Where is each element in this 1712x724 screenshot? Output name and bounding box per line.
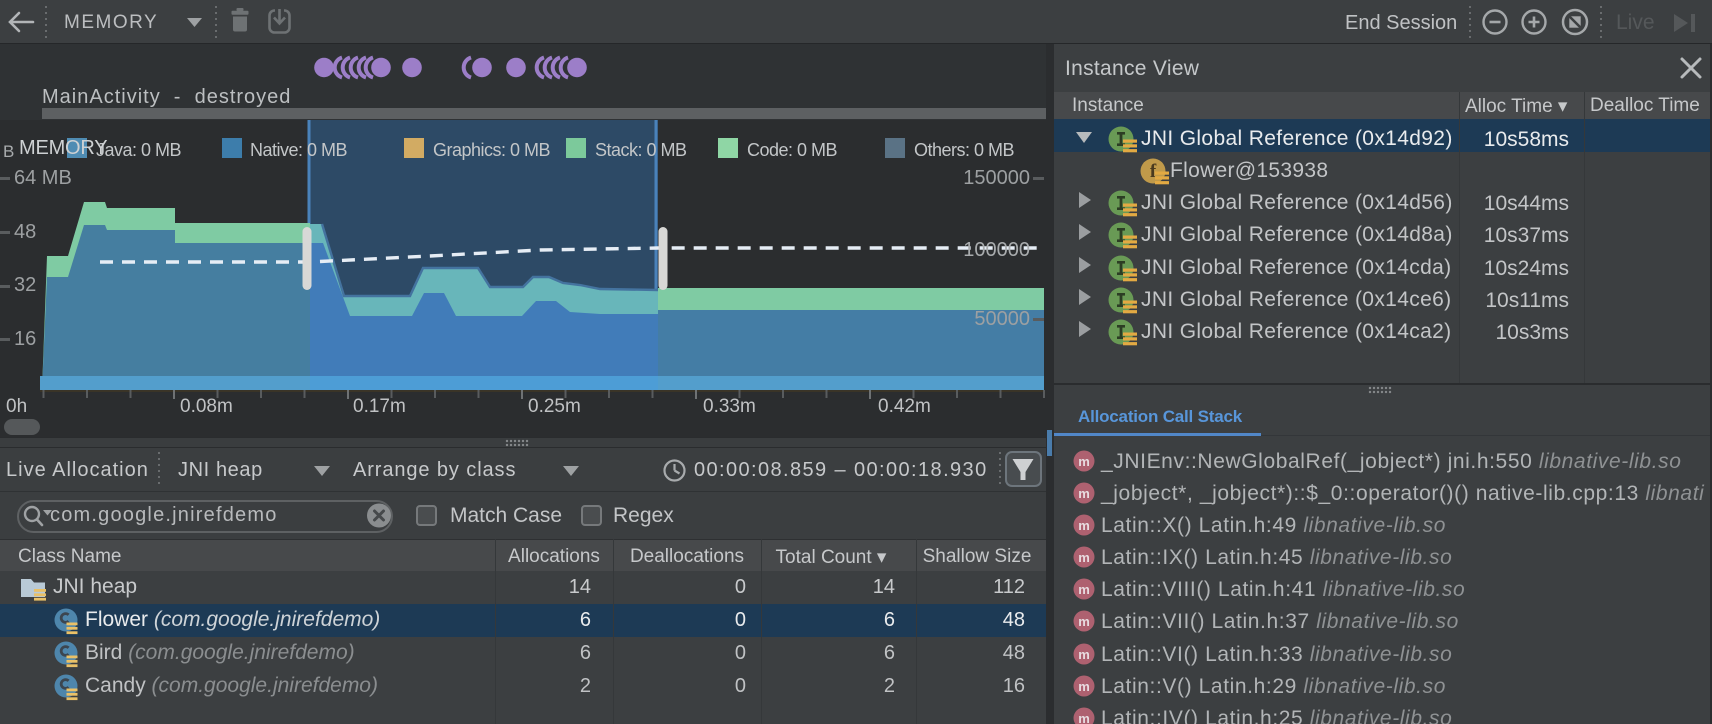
svg-text:m: m bbox=[1078, 679, 1090, 694]
svg-text:m: m bbox=[1078, 647, 1090, 662]
svg-text:m: m bbox=[1078, 486, 1090, 501]
svg-text:m: m bbox=[1078, 614, 1090, 629]
svg-text:m: m bbox=[1078, 582, 1090, 597]
svg-text:m: m bbox=[1078, 518, 1090, 533]
svg-text:m: m bbox=[1078, 550, 1090, 565]
svg-text:m: m bbox=[1078, 711, 1090, 724]
svg-text:m: m bbox=[1078, 454, 1090, 469]
